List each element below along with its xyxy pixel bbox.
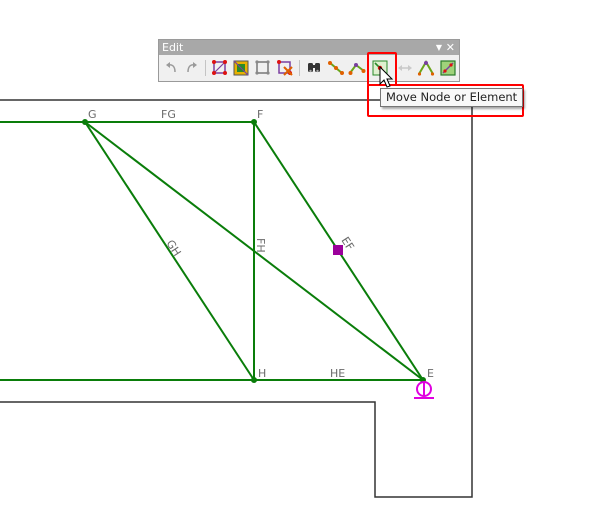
- mirror-button[interactable]: [396, 59, 414, 77]
- edit-geometry-button[interactable]: [254, 59, 272, 77]
- add-element-icon: [233, 60, 249, 76]
- undo-button[interactable]: [162, 59, 180, 77]
- support-icon: [414, 381, 434, 399]
- delete-node-button[interactable]: [276, 59, 294, 77]
- add-node-icon: [212, 60, 227, 75]
- node-h[interactable]: [251, 377, 257, 383]
- split-element-button[interactable]: [327, 59, 345, 77]
- mirror-icon: [398, 65, 412, 71]
- element-label-fg: FG: [161, 108, 176, 121]
- selection-handle[interactable]: [333, 245, 343, 255]
- mouse-cursor-icon: [379, 66, 394, 88]
- edit-toolbar[interactable]: Edit ▼ ✕: [158, 39, 460, 82]
- truss-members: [0, 121, 424, 381]
- find-button[interactable]: [305, 59, 323, 77]
- grid-snap-icon: [440, 60, 456, 76]
- node-label-h: H: [258, 367, 266, 380]
- node-label-e: E: [427, 367, 434, 380]
- node-label-g: G: [88, 108, 97, 121]
- toolbar-separator: [205, 60, 206, 76]
- split-element-icon: [328, 61, 344, 75]
- toolbar-buttons: [159, 55, 459, 81]
- element-label-fh: FH: [254, 238, 267, 253]
- redo-icon: [187, 62, 197, 73]
- edit-geometry-icon: [255, 60, 270, 75]
- element-label-gh: GH: [163, 238, 183, 259]
- toolbar-title: Edit: [162, 41, 184, 54]
- toolbar-title-bar[interactable]: Edit ▼ ✕: [159, 40, 459, 55]
- add-element-button[interactable]: [232, 59, 250, 77]
- node-label-f: F: [257, 108, 263, 121]
- element-label-he: HE: [330, 367, 345, 380]
- rotate-button[interactable]: [417, 59, 435, 77]
- tooltip: Move Node or Element: [380, 88, 524, 107]
- delete-node-icon: [277, 60, 293, 76]
- toolbar-menu-icon[interactable]: ▼: [436, 40, 442, 55]
- grid-snap-button[interactable]: [439, 59, 457, 77]
- rotate-icon: [417, 60, 435, 76]
- connect-nodes-button[interactable]: [348, 59, 366, 77]
- add-node-button[interactable]: [211, 59, 229, 77]
- connect-nodes-icon: [348, 63, 366, 75]
- redo-button[interactable]: [183, 59, 201, 77]
- toolbar-separator: [299, 60, 300, 76]
- find-icon: [308, 63, 320, 73]
- toolbar-close-icon[interactable]: ✕: [446, 40, 455, 55]
- undo-icon: [166, 62, 176, 73]
- structure-outline: [0, 99, 473, 498]
